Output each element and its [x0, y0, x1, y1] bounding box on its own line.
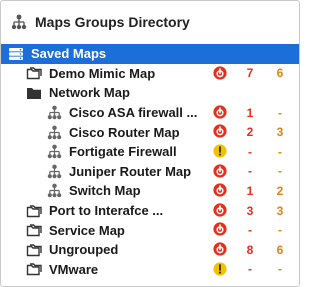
hierarchy-icon [46, 105, 62, 120]
minor-count: - [278, 144, 282, 159]
tree-row-label: VMware [49, 261, 99, 277]
tree-row-label: Juniper Router Map [69, 163, 192, 179]
critical-count: 3 [246, 203, 254, 218]
folder-filled-icon [26, 86, 42, 100]
critical-count: - [248, 164, 252, 179]
folder-icon [26, 204, 42, 218]
tree-row[interactable]: Juniper Router Map - - [1, 162, 299, 182]
database-icon [8, 47, 24, 61]
minor-count: 3 [276, 203, 284, 218]
minor-count: - [278, 223, 282, 238]
tree-row-label: Network Map [49, 85, 130, 101]
critical-count: 7 [246, 66, 254, 81]
hierarchy-icon [46, 184, 62, 198]
tree-row[interactable]: VMware - - [1, 260, 299, 280]
critical-status-icon [213, 183, 227, 197]
tree-row-label: Fortigate Firewall [69, 144, 177, 160]
critical-count: - [248, 223, 252, 238]
tree-row-label: Ungrouped [49, 242, 119, 258]
hierarchy-icon [11, 14, 27, 30]
critical-status-icon [213, 65, 227, 80]
tree-row[interactable]: Service Map - - [1, 220, 299, 240]
critical-count: 1 [246, 183, 254, 198]
critical-status-icon [213, 124, 227, 138]
minor-count: - [278, 164, 282, 179]
tree-row-label: Switch Map [69, 183, 141, 199]
tree-row[interactable]: Saved Maps [1, 44, 299, 64]
critical-count: - [248, 262, 252, 277]
minor-count: 3 [276, 125, 284, 140]
tree-row[interactable]: Ungrouped 8 6 [1, 240, 299, 260]
minor-count: - [278, 105, 282, 120]
hierarchy-icon [46, 164, 62, 179]
hierarchy-icon [46, 144, 62, 159]
folder-icon [26, 243, 42, 257]
folder-icon [26, 262, 42, 276]
tree-row[interactable]: Network Map [1, 83, 299, 103]
minor-count: - [278, 262, 282, 277]
folder-icon [26, 223, 42, 237]
maps-tree: Saved Maps Demo Mimic Map 7 6 Network Map… [1, 44, 299, 279]
tree-row-label: Demo Mimic Map [49, 65, 156, 81]
critical-status-icon [213, 203, 227, 217]
critical-count: 1 [246, 105, 254, 120]
critical-count: - [248, 144, 252, 159]
maps-groups-panel: Maps Groups Directory Saved Maps Demo Mi… [0, 0, 300, 287]
tree-row-label: Port to Interafce ... [49, 203, 164, 219]
minor-count: 6 [276, 242, 284, 257]
tree-row[interactable]: Port to Interafce ... 3 3 [1, 201, 299, 221]
folder-icon [26, 66, 42, 80]
tree-row[interactable]: Switch Map 1 2 [1, 181, 299, 201]
tree-row[interactable]: Fortigate Firewall - - [1, 142, 299, 162]
panel-header: Maps Groups Directory [1, 1, 299, 43]
tree-row-label: Saved Maps [31, 46, 107, 62]
critical-count: 8 [246, 242, 254, 257]
critical-status-icon [213, 105, 227, 119]
critical-status-icon [213, 163, 227, 178]
minor-count: 2 [276, 183, 284, 198]
critical-count: 2 [246, 125, 254, 140]
panel-title: Maps Groups Directory [35, 14, 190, 30]
tree-row[interactable]: Demo Mimic Map 7 6 [1, 64, 299, 84]
critical-status-icon [213, 222, 227, 236]
tree-row-label: Cisco ASA firewall ... [69, 105, 198, 121]
hierarchy-icon [46, 125, 62, 139]
critical-status-icon [213, 242, 227, 256]
tree-row[interactable]: Cisco ASA firewall ... 1 - [1, 103, 299, 123]
tree-row[interactable]: Cisco Router Map 2 3 [1, 122, 299, 142]
warning-status-icon [213, 144, 227, 158]
tree-row-label: Cisco Router Map [69, 124, 180, 140]
warning-status-icon [213, 261, 227, 276]
minor-count: 6 [276, 66, 284, 81]
tree-row-label: Service Map [49, 222, 125, 238]
